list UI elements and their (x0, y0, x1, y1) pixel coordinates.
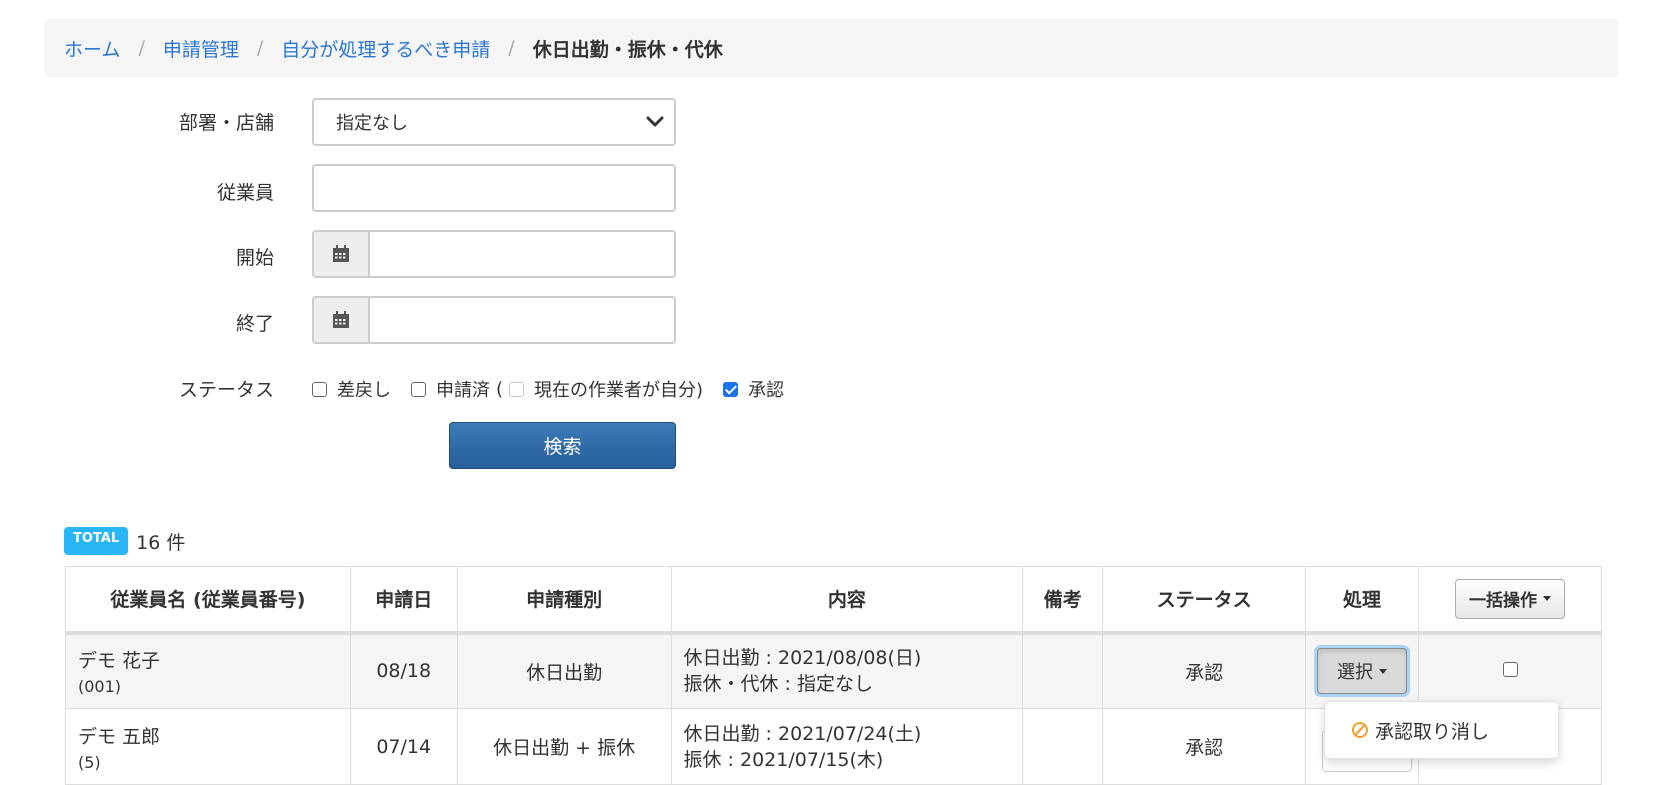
search-button[interactable]: 検索 (449, 422, 676, 469)
caret-down-icon (1379, 668, 1388, 674)
calendar-icon[interactable] (314, 298, 370, 342)
note-cell (1022, 708, 1104, 785)
total-count-text: 16 件 (136, 531, 186, 554)
status-cell: 承認 (1102, 632, 1307, 709)
content-cell: 休日出勤 : 2021/08/08(日) 振休・代休 : 指定なし (670, 632, 1024, 709)
select-action-button[interactable]: 選択 (1317, 648, 1408, 695)
end-date-input[interactable] (370, 298, 674, 342)
status-current-worker-label: 現在の作業者が自分) (534, 380, 704, 401)
status-filter: 差戻し 申請済 ( 現在の作業者が自分) 承認 (312, 376, 804, 402)
content-line: 休日出勤 : 2021/07/24(土) (683, 722, 922, 745)
employee-cell: デモ 五郎 (5) (65, 708, 351, 785)
dropdown-item-label: 承認取り消し (1375, 720, 1490, 743)
employee-cell: デモ 花子 (001) (65, 632, 351, 709)
application-type: 休日出勤 + 振休 (456, 708, 672, 785)
breadcrumb-my-pending-link[interactable]: 自分が処理するべき申請 (281, 35, 490, 62)
total-count: TOTAL 16 件 (64, 527, 185, 555)
status-returned-checkbox[interactable] (312, 381, 327, 397)
employee-label: 従業員 (216, 182, 274, 204)
calendar-icon[interactable] (314, 232, 370, 276)
breadcrumb-separator: / (138, 37, 145, 59)
content-cell: 休日出勤 : 2021/07/24(土) 振休 : 2021/07/15(木) (670, 708, 1024, 785)
note-cell (1022, 632, 1104, 709)
col-header-type: 申請種別 (456, 566, 672, 635)
employee-number: (001) (78, 677, 122, 697)
col-header-action: 処理 (1305, 566, 1420, 635)
status-current-worker-option: 現在の作業者が自分) (509, 376, 703, 402)
employee-number: (5) (78, 752, 101, 772)
status-applied-option[interactable]: 申請済 (411, 376, 490, 402)
status-applied-checkbox[interactable] (411, 381, 426, 397)
chevron-down-icon (646, 116, 664, 127)
content-line: 振休 : 2021/07/15(木) (683, 748, 884, 771)
status-cell: 承認 (1102, 708, 1307, 785)
bulk-select-cell (1418, 632, 1602, 709)
department-label: 部署・店舗 (178, 112, 274, 134)
caret-down-icon (1543, 596, 1551, 602)
col-header-note: 備考 (1022, 566, 1104, 635)
employee-name: デモ 五郎 (78, 725, 161, 748)
col-header-status: ステータス (1102, 566, 1307, 635)
status-approved-label: 承認 (748, 380, 785, 401)
content-line: 振休・代休 : 指定なし (683, 673, 873, 696)
col-header-bulk: 一括操作 (1418, 566, 1602, 635)
start-date-label: 開始 (235, 247, 274, 269)
start-date-group (312, 230, 676, 278)
employee-name: デモ 花子 (78, 650, 161, 673)
breadcrumb-current: 休日出勤・振休・代休 (532, 38, 723, 61)
department-selected-value: 指定なし (336, 113, 408, 134)
end-date-group (312, 296, 676, 344)
breadcrumb-separator: / (256, 37, 264, 59)
application-date: 08/18 (349, 632, 458, 709)
breadcrumb-separator: / (508, 37, 515, 59)
table-row: デモ 花子 (001) 08/18 休日出勤 休日出勤 : 2021/08/08… (65, 632, 1602, 709)
content-line: 休日出勤 : 2021/08/08(日) (683, 647, 922, 670)
status-approved-checkbox[interactable] (723, 381, 739, 397)
status-label: ステータス (178, 379, 274, 401)
end-date-label: 終了 (235, 313, 274, 335)
status-current-worker-checkbox (509, 381, 525, 397)
breadcrumb-home-link[interactable]: ホーム (64, 35, 120, 62)
breadcrumb-application-management-link[interactable]: 申請管理 (163, 35, 239, 62)
dropdown-item-cancel-approval[interactable]: 承認取り消し (1351, 717, 1489, 744)
col-header-date: 申請日 (349, 566, 458, 635)
total-badge: TOTAL (64, 527, 129, 555)
bulk-action-button[interactable]: 一括操作 (1455, 578, 1565, 619)
ban-icon (1352, 722, 1368, 738)
employee-input[interactable] (312, 164, 676, 212)
action-dropdown-menu: 承認取り消し (1324, 701, 1559, 759)
row-select-checkbox[interactable] (1502, 662, 1518, 678)
status-approved-option[interactable]: 承認 (723, 376, 784, 402)
application-type: 休日出勤 (456, 632, 672, 709)
table-header-row: 従業員名 (従業員番号) 申請日 申請種別 内容 備考 ステータス 処理 一括操… (65, 566, 1602, 635)
application-date: 07/14 (349, 708, 458, 785)
status-returned-option[interactable]: 差戻し (312, 376, 391, 402)
department-select[interactable]: 指定なし (312, 98, 676, 146)
action-cell: 選択 (1305, 632, 1420, 709)
col-header-employee: 従業員名 (従業員番号) (65, 566, 351, 635)
status-paren-open: ( (496, 378, 504, 400)
bulk-action-label: 一括操作 (1469, 591, 1537, 612)
col-header-content: 内容 (670, 566, 1024, 635)
breadcrumb: ホーム / 申請管理 / 自分が処理するべき申請 / 休日出勤・振休・代休 (44, 19, 1618, 77)
select-action-label: 選択 (1337, 662, 1374, 684)
status-returned-label: 差戻し (337, 380, 391, 401)
status-applied-label: 申請済 (436, 380, 490, 401)
start-date-input[interactable] (370, 232, 674, 276)
